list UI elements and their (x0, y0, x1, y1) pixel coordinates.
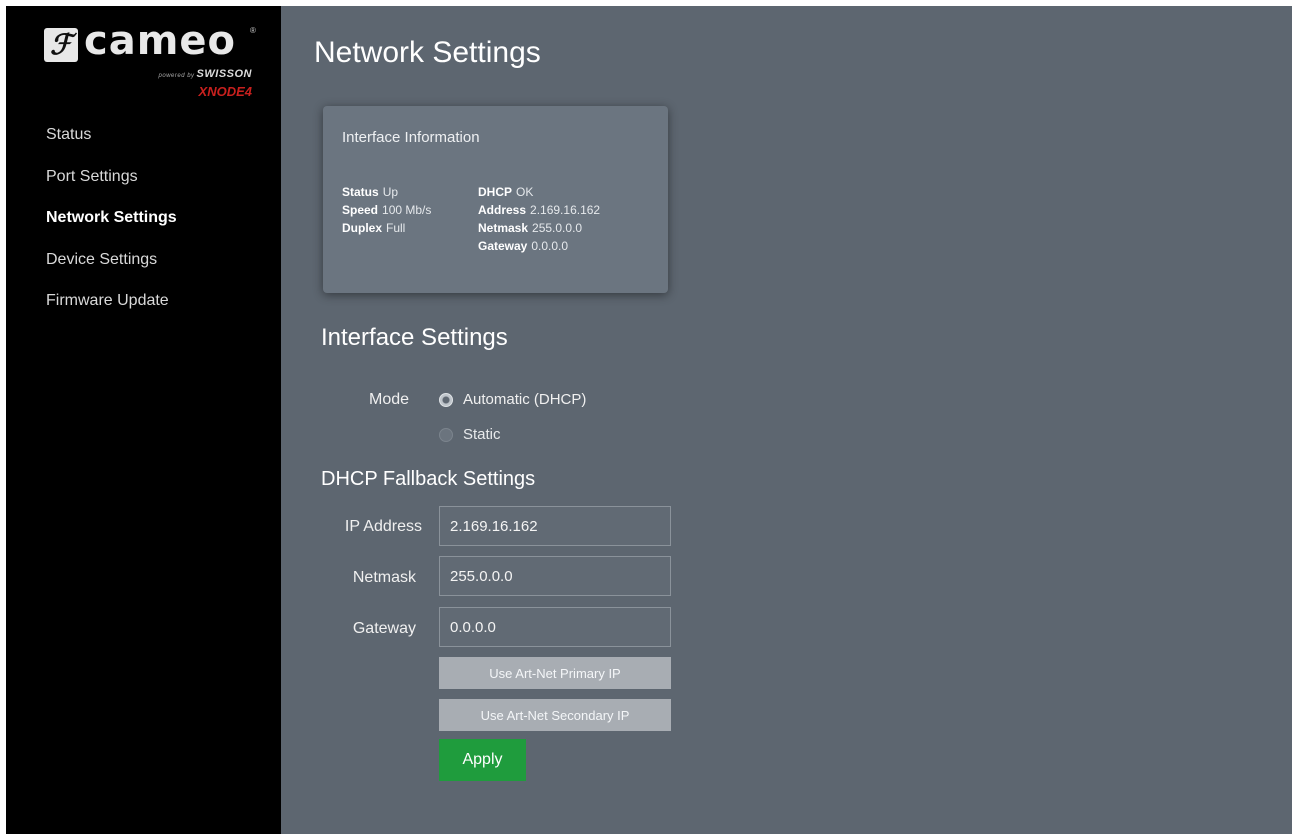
dhcp-row: DHCP OK (478, 183, 600, 201)
radio-unchecked-icon[interactable] (439, 427, 453, 442)
cameo-logo: ℱ cameo ® powered by SWISSON XNODE4 (44, 18, 256, 114)
use-art-net-secondary-ip-button[interactable]: Use Art-Net Secondary IP (439, 699, 671, 731)
card-title: Interface Information (342, 129, 480, 146)
speed-label: Speed (342, 203, 379, 217)
sidebar-item-device-settings[interactable]: Device Settings (46, 249, 177, 291)
gateway-label: Gateway (478, 239, 528, 253)
dhcp-fallback-title: DHCP Fallback Settings (321, 468, 536, 490)
address-label: Address (478, 203, 527, 217)
sidebar-nav: Status Port Settings Network Settings De… (46, 124, 177, 332)
page-title: Network Settings (314, 36, 541, 69)
dhcp-value: OK (516, 185, 534, 199)
partner-name: SWISSON (196, 68, 252, 80)
dhcp-label: DHCP (478, 185, 513, 199)
gateway-row: Gateway 0.0.0.0 (478, 237, 600, 255)
address-value: 2.169.16.162 (530, 203, 601, 217)
duplex-value: Full (386, 221, 406, 235)
netmask-value: 255.0.0.0 (532, 221, 583, 235)
use-art-net-primary-ip-button[interactable]: Use Art-Net Primary IP (439, 657, 671, 689)
mode-radio-static[interactable]: Static (439, 426, 501, 443)
sidebar-item-port-settings[interactable]: Port Settings (46, 166, 177, 208)
powered-by: powered by SWISSON (159, 68, 252, 80)
duplex-label: Duplex (342, 221, 383, 235)
brand-name: cameo (84, 18, 236, 64)
info-column-ip: DHCP OK Address 2.169.16.162 Netmask 255.0.… (478, 183, 600, 255)
device-model: XNODE4 (198, 84, 252, 99)
apply-button[interactable]: Apply (439, 739, 526, 781)
interface-information-card: Interface Information Status Up Speed 100 … (323, 106, 668, 293)
status-value: Up (382, 185, 399, 199)
radio-checked-icon[interactable] (439, 392, 453, 407)
netmask-row: Netmask 255.0.0.0 (478, 219, 600, 237)
radio-label-static: Static (463, 426, 501, 443)
interface-settings-title: Interface Settings (321, 324, 508, 351)
registered-mark: ® (250, 26, 256, 35)
radio-label-automatic: Automatic (DHCP) (463, 391, 587, 408)
ip-address-input[interactable] (439, 506, 671, 546)
sidebar: ℱ cameo ® powered by SWISSON XNODE4 Statu… (6, 6, 281, 834)
gateway-label: Gateway (352, 620, 416, 637)
sidebar-item-firmware-update[interactable]: Firmware Update (46, 290, 177, 332)
netmask-label: Netmask (352, 569, 416, 586)
speed-row: Speed 100 Mb/s (342, 201, 431, 219)
main-content: Network Settings Interface Information S… (281, 6, 1292, 834)
status-label: Status (342, 185, 379, 199)
speed-value: 100 Mb/s (382, 203, 432, 217)
powered-by-text: powered by (158, 73, 195, 79)
app-frame: ℱ cameo ® powered by SWISSON XNODE4 Statu… (6, 6, 1292, 834)
netmask-label: Netmask (478, 221, 529, 235)
sidebar-item-network-settings[interactable]: Network Settings (46, 207, 177, 249)
netmask-input[interactable] (439, 556, 671, 596)
gateway-input[interactable] (439, 607, 671, 647)
status-row: Status Up (342, 183, 431, 201)
mode-label: Mode (369, 391, 410, 408)
cameo-logo-icon: ℱ (44, 28, 78, 62)
gateway-value: 0.0.0.0 (531, 239, 569, 253)
info-column-link: Status Up Speed 100 Mb/s Duplex Full (342, 183, 431, 237)
duplex-row: Duplex Full (342, 219, 431, 237)
sidebar-item-status[interactable]: Status (46, 124, 177, 166)
address-row: Address 2.169.16.162 (478, 201, 600, 219)
mode-radio-automatic[interactable]: Automatic (DHCP) (439, 391, 586, 408)
ip-address-label: IP Address (344, 518, 422, 535)
